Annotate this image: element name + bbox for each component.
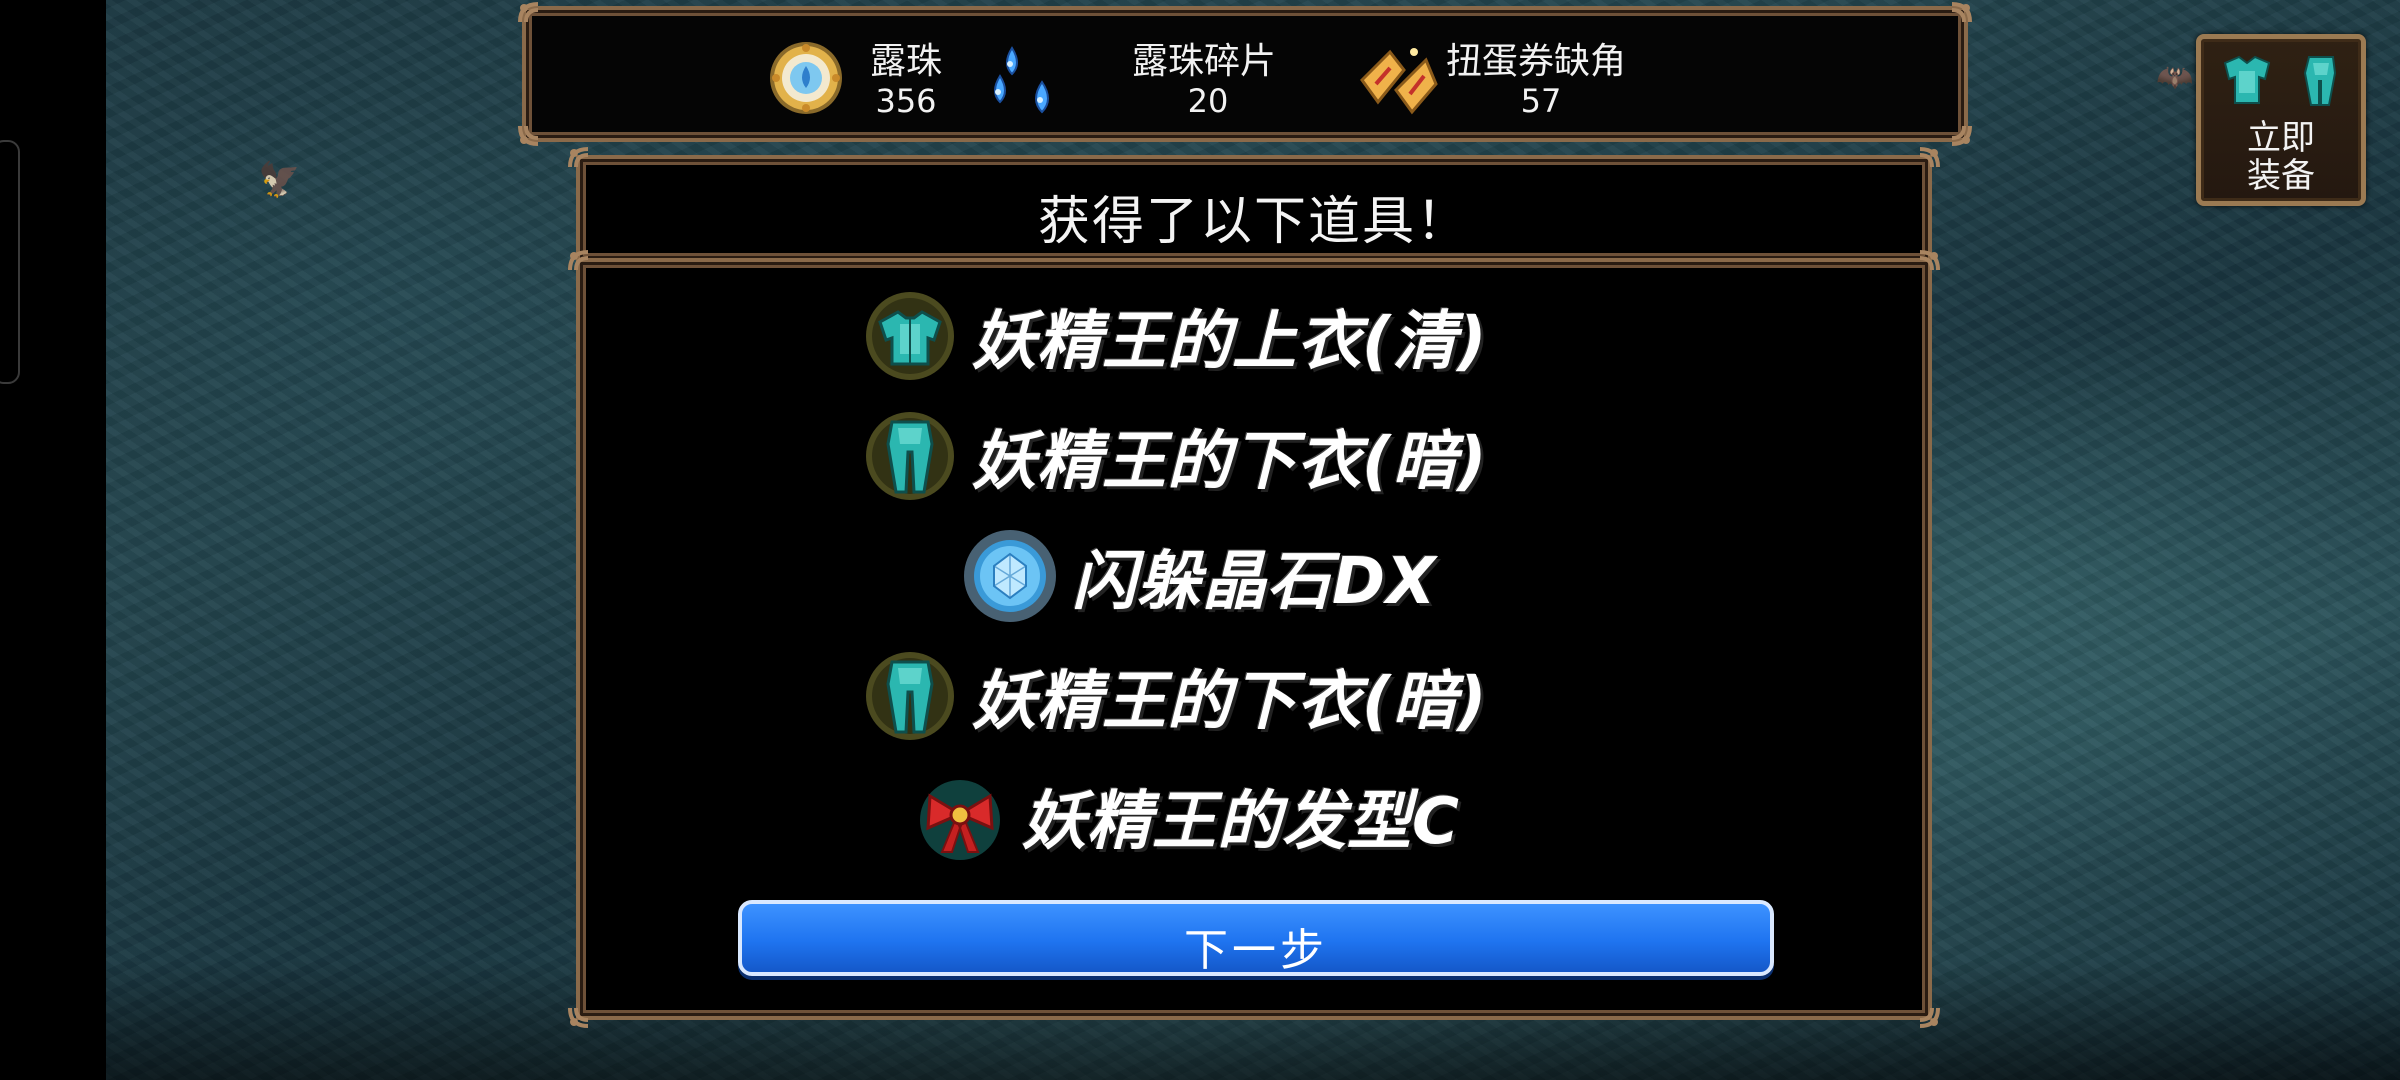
result-item: 妖精王的下衣(暗) [580,646,1928,746]
currency-name: 露珠碎片 [1132,41,1277,82]
frame-corner-ornament [568,1007,589,1028]
frame-corner-ornament [1951,2,1972,23]
currency-dew-pearl: 露珠 356 [526,10,946,138]
currency-bar: 露珠 356 露珠碎片 20 扭蛋券缺角 57 [518,2,1972,146]
item-name: 妖精王的发型C [1022,785,1460,859]
result-title: 获得了以下道具！ [1037,192,1470,252]
currency-value: 20 [1187,82,1229,120]
frame-corner-ornament [1919,1007,1940,1028]
system-side-bar [0,0,106,1080]
evasion-crystal-icon [964,530,1056,622]
item-name: 妖精王的下衣(暗) [972,425,1488,499]
item-name: 妖精王的上衣(清) [972,305,1488,379]
currency-gacha-fragment: 扭蛋券缺角 57 [1356,10,1756,138]
gacha-ticket-fragment-icon [1360,48,1438,115]
next-step-label: 下一步 [1184,925,1328,976]
result-title-box: 获得了以下道具！ [568,147,1940,263]
armor-set-icon [2223,55,2337,106]
currency-value: 57 [1520,82,1562,120]
fairy-king-top-icon [866,292,954,380]
game-screen: 🦅 🦇 露珠 356 露珠碎片 20 扭蛋券缺角 57 立即 装备 获得了以下道… [0,0,2400,1080]
dew-shard-icon [994,46,1049,114]
result-item: 妖精王的发型C [580,766,1928,866]
distant-creature: 🦅 [258,160,301,200]
next-step-button[interactable]: 下一步 [738,900,1774,976]
fairy-king-bottom-icon [866,412,954,500]
result-item-list-panel: 妖精王的上衣(清) 妖精王的下衣(暗) 闪躲晶石DX 妖精王的下衣(暗) 妖精王… [568,250,1940,1028]
equip-now-label: 立即 装备 [2247,118,2315,196]
side-handle[interactable] [0,140,20,384]
result-item: 妖精王的下衣(暗) [580,406,1928,506]
dew-pearl-icon [770,42,842,114]
result-item: 妖精王的上衣(清) [580,286,1928,386]
distant-creature: 🦇 [2156,60,2194,95]
result-item: 闪躲晶石DX [580,526,1928,626]
currency-name: 扭蛋券缺角 [1446,41,1627,82]
currency-dew-shard: 露珠碎片 20 [946,10,1276,138]
fairy-king-hairstyle-icon [920,780,1000,860]
frame-corner-ornament [1951,125,1972,146]
item-name: 闪躲晶石DX [1072,545,1437,619]
item-name: 妖精王的下衣(暗) [972,665,1488,739]
equip-now-button[interactable]: 立即 装备 [2196,34,2366,206]
fairy-king-bottom-icon [866,652,954,740]
